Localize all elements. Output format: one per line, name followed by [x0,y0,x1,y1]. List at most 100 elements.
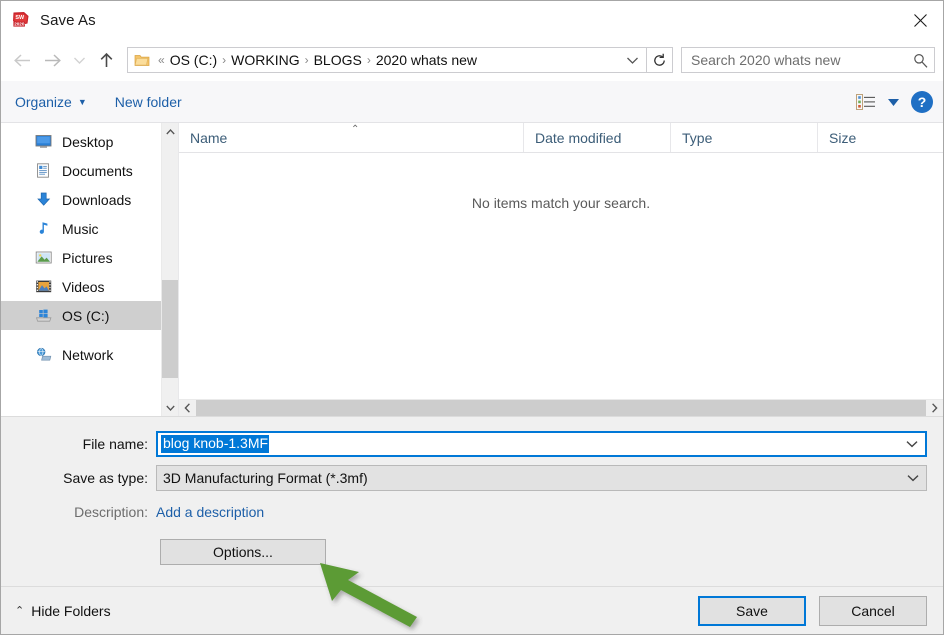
window-title: Save As [40,11,96,29]
search-box[interactable]: Search 2020 whats new [681,47,935,73]
downloads-icon [35,192,53,208]
drive-icon [35,308,53,324]
breadcrumb-separator: › [222,53,227,67]
empty-message-text: No items match your search. [471,195,651,211]
organize-button[interactable]: Organize ▼ [15,94,87,110]
cancel-button[interactable]: Cancel [819,595,927,626]
search-input[interactable]: Search 2020 whats new [691,52,913,68]
breadcrumb-item-0[interactable]: OS (C:) [167,52,220,68]
column-header-size[interactable]: Size [818,123,943,152]
arrow-up-icon [100,52,112,67]
column-label: Date modified [535,129,622,146]
address-dropdown-button[interactable] [620,56,644,65]
scroll-down-button[interactable] [162,399,179,416]
sidebar-item-label: Documents [62,162,133,179]
sidebar-item-music[interactable]: Music [1,214,178,243]
scroll-right-button[interactable] [926,400,943,417]
hide-folders-button[interactable]: ⌃ Hide Folders [15,603,111,619]
sidebar-item-desktop[interactable]: Desktop [1,127,178,156]
column-header-date-modified[interactable]: Date modified [524,123,671,152]
scrollbar-thumb[interactable] [196,399,926,417]
breadcrumb-item-1[interactable]: WORKING [228,52,302,68]
chevron-up-icon: ⌃ [15,605,25,617]
save-label: Save [736,602,768,619]
chevron-down-icon: ▼ [77,96,87,107]
column-label: Type [682,129,713,146]
refresh-icon [654,53,665,66]
solidworks-2020-icon: SW 2020 [11,10,31,30]
breadcrumb-item-2[interactable]: BLOGS [311,52,365,68]
sidebar-item-label: OS (C:) [62,307,110,324]
filetype-select[interactable]: 3D Manufacturing Format (*.3mf) [156,465,927,491]
breadcrumb-separator: › [304,53,309,67]
recent-locations-button[interactable] [67,45,91,75]
save-button[interactable]: Save [698,595,806,626]
sidebar-item-network[interactable]: Network [1,340,178,369]
chevron-down-icon [73,57,85,64]
filename-input[interactable]: blog knob-1.3MF [156,431,927,457]
sidebar-item-label: Desktop [62,133,114,150]
dialog-body: Desktop Documents Downloads Music Pictur… [1,123,943,417]
filetype-dropdown-button[interactable] [900,474,926,482]
new-folder-label: New folder [114,93,182,110]
sidebar-item-documents[interactable]: Documents [1,156,178,185]
chevron-left-icon [184,403,190,413]
scrollbar-track[interactable] [196,399,926,417]
chevron-up-icon [165,128,175,134]
chevron-down-icon [626,57,638,64]
refresh-button[interactable] [647,47,673,73]
filetype-value: 3D Manufacturing Format (*.3mf) [163,470,368,486]
filename-value: blog knob-1.3MF [161,434,270,454]
desktop-icon [35,134,53,150]
breadcrumb-item-3[interactable]: 2020 whats new [373,52,480,68]
column-header-name[interactable]: ⌃ Name [179,123,524,152]
filename-row: File name: blog knob-1.3MF [1,431,943,457]
forward-button[interactable] [37,45,67,75]
sidebar-item-pictures[interactable]: Pictures [1,243,178,272]
column-headers: ⌃ Name Date modified Type Size [179,123,943,153]
hide-folders-label: Hide Folders [31,602,111,619]
sidebar-item-videos[interactable]: Videos [1,272,178,301]
chevron-down-icon [906,441,918,448]
folder-icon [134,53,150,67]
documents-icon [35,162,53,179]
chevron-down-icon [888,98,899,106]
sidebar-item-label: Videos [62,278,105,295]
add-description-link[interactable]: Add a description [156,504,264,520]
svg-text:2020: 2020 [14,22,25,27]
videos-icon [35,279,53,295]
address-bar[interactable]: « OS (C:) › WORKING › BLOGS › 2020 whats… [127,47,647,73]
sidebar-item-label: Pictures [62,249,113,266]
pictures-icon [35,250,53,266]
breadcrumb-separator: › [366,53,371,67]
close-button[interactable] [897,1,943,39]
help-button[interactable]: ? [911,90,933,113]
filename-dropdown-button[interactable] [899,440,925,448]
breadcrumb: « OS (C:) › WORKING › BLOGS › 2020 whats… [156,52,620,68]
file-list-horizontal-scrollbar[interactable] [179,399,943,417]
scrollbar-thumb[interactable] [161,279,178,379]
scroll-up-button[interactable] [162,123,179,140]
sidebar-item-os-c[interactable]: OS (C:) [1,301,178,330]
list-view-icon[interactable] [856,93,876,110]
navigation-tree: Desktop Documents Downloads Music Pictur… [1,123,179,416]
breadcrumb-prefix: « [158,53,165,67]
network-icon [35,347,53,363]
options-row: Options... [1,539,943,565]
up-button[interactable] [91,45,121,75]
tree-vertical-scrollbar[interactable] [161,123,178,416]
scrollbar-track[interactable] [161,140,178,399]
new-folder-button[interactable]: New folder [115,94,182,110]
sidebar-item-label: Downloads [62,191,132,208]
file-list-pane: ⌃ Name Date modified Type Size No items … [179,123,943,417]
back-button[interactable] [7,45,37,75]
music-icon [35,221,53,237]
save-form: File name: blog knob-1.3MF Save as type:… [1,416,943,586]
sidebar-item-downloads[interactable]: Downloads [1,185,178,214]
description-label: Description: [74,504,148,520]
options-button[interactable]: Options... [160,539,326,565]
scroll-left-button[interactable] [179,400,196,417]
view-dropdown-button[interactable] [888,93,899,111]
column-header-type[interactable]: Type [671,123,818,152]
